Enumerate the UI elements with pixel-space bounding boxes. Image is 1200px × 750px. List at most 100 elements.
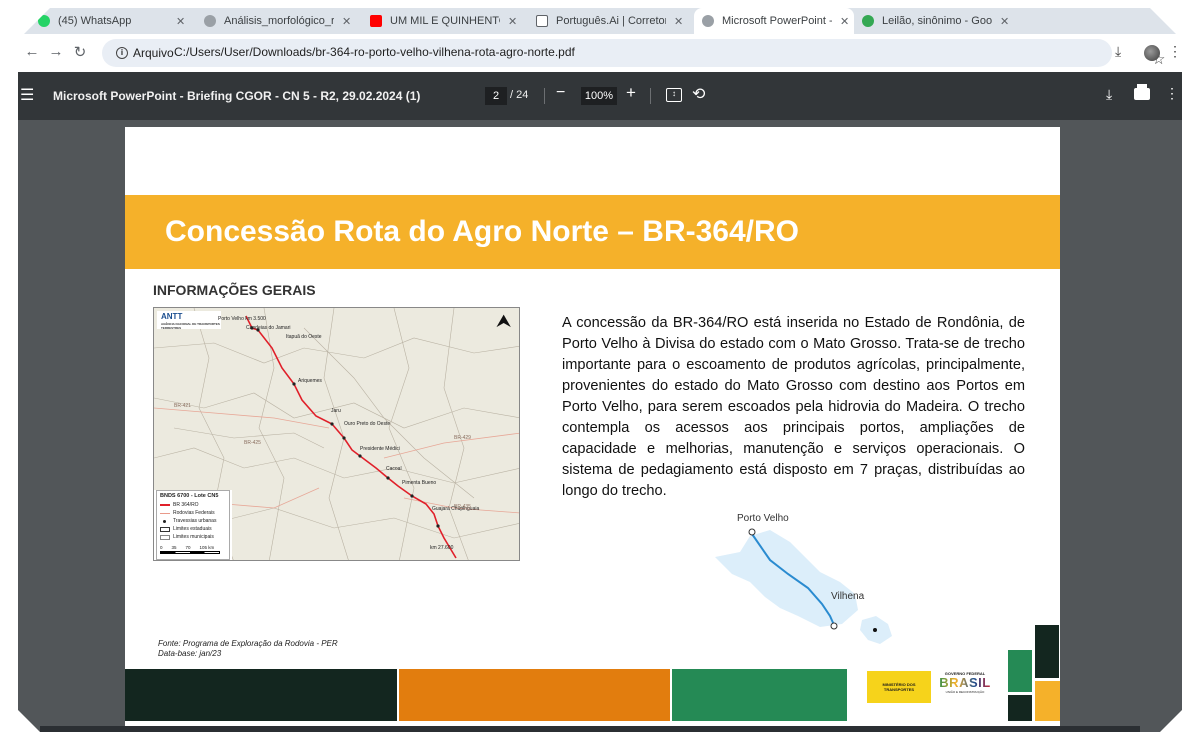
pdf-toolbar: ☰ Microsoft PowerPoint - Briefing CGOR -… [18, 72, 1182, 120]
map-place-label: km 27.600 [430, 545, 454, 551]
hamburger-menu-icon[interactable]: ☰ [20, 85, 34, 105]
legend-label: Rodovias Federais [173, 510, 215, 516]
frame-corner [0, 692, 58, 750]
scale-label: 105 km [199, 545, 215, 550]
tab-analisis[interactable]: Análisis_morfológico_re ✕ [196, 8, 361, 34]
reload-icon[interactable]: ↻ [70, 43, 90, 61]
legend-swatch [160, 526, 170, 532]
map-place-label: Itapuã do Oeste [286, 334, 322, 340]
browser-tab-strip: (45) WhatsApp ✕ Análisis_morfológico_re … [18, 8, 1182, 34]
scale-label: 35 [171, 545, 177, 550]
legend-item: BR 364/RO [160, 501, 226, 509]
decor-block-yellow [1035, 681, 1060, 721]
rondonia-mini-map [715, 528, 892, 644]
tab-youtube[interactable]: UM MIL E QUINHENTO ✕ [362, 8, 527, 34]
download-icon[interactable]: ⤓ [1106, 86, 1112, 103]
tab-label: Análisis_morfológico_re [224, 15, 334, 27]
footer-band-dark [125, 669, 397, 721]
legend-item: Limites municipais [160, 533, 226, 541]
frame-corner [1142, 692, 1200, 750]
toolbar-divider [544, 88, 545, 104]
scale-label: 70 [185, 545, 191, 550]
more-options-icon[interactable]: ⋮ [1165, 85, 1179, 102]
info-icon: i [116, 47, 128, 59]
toolbar-divider [650, 88, 651, 104]
data-base-line: Data-base: jan/23 [158, 649, 222, 658]
site-chip-label: Arquivo [133, 46, 174, 60]
page-total: / 24 [510, 89, 529, 101]
tab-portugues-ai[interactable]: Português.Ai | Corretor ✕ [528, 8, 693, 34]
legend-swatch [160, 504, 170, 506]
map-place-label: Ouro Preto do Oeste [344, 421, 391, 427]
site-info-chip[interactable]: i Arquivo [108, 43, 182, 63]
slide-title: Concessão Rota do Agro Norte – BR-364/RO [165, 215, 799, 248]
map-place-label: Presidente Médici [360, 446, 400, 452]
mini-map-label-end: Vilhena [831, 591, 865, 602]
map-place-label: Ariquemes [298, 378, 322, 384]
map-road-label: BR-435 [454, 504, 471, 510]
legend-swatch [160, 534, 170, 540]
tab-leilao[interactable]: Leilão, sinônimo - Goog ✕ [854, 8, 1019, 34]
print-icon[interactable] [1134, 84, 1150, 100]
close-icon[interactable]: ✕ [674, 15, 683, 28]
legend-label: BR 364/RO [173, 502, 199, 508]
tab-label: Microsoft PowerPoint - [722, 15, 832, 27]
antt-logo: ANTT AGÊNCIA NACIONAL DE TRANSPORTES TER… [157, 311, 221, 330]
legend-item: Rodovias Federais [160, 509, 226, 517]
zoom-in-icon[interactable]: + [626, 83, 636, 103]
decor-block-dark [1008, 695, 1032, 721]
map-place-label: Candeias do Jamari [246, 325, 291, 331]
source-note: Fonte: Programa de Exploração da Rodovia… [158, 639, 338, 659]
map-place-label: Pimenta Bueno [402, 480, 437, 486]
url-text[interactable]: C:/Users/User/Downloads/br-364-ro-porto-… [174, 45, 575, 59]
route-map: ANTT AGÊNCIA NACIONAL DE TRANSPORTES TER… [153, 307, 520, 561]
antt-logo-subtext: AGÊNCIA NACIONAL DE TRANSPORTES TERRESTR… [161, 322, 220, 330]
map-road-label: BR-425 [244, 440, 261, 446]
tab-label: Português.Ai | Corretor [556, 15, 666, 27]
close-icon[interactable]: ✕ [508, 15, 517, 28]
frame-corner [0, 0, 58, 58]
page-number-input[interactable]: 2 [485, 87, 507, 105]
brasil-wordmark: BRASIL [937, 676, 993, 690]
legend-swatch [163, 519, 166, 523]
uniao-reconstrucao-text: UNIÃO E RECONSTRUÇÃO [945, 690, 985, 694]
close-icon[interactable]: ✕ [176, 15, 185, 28]
frame-corner [1142, 0, 1200, 58]
browser-toolbar: ← → ↻ i Arquivo C:/Users/User/Downloads/… [18, 34, 1182, 72]
legend-item: Travessias urbanas [160, 517, 226, 525]
map-road-label: BR-429 [454, 435, 471, 441]
legend-label: Travessias urbanas [173, 518, 217, 524]
governo-federal-logo: GOVERNO FEDERAL BRASIL UNIÃO E RECONSTRU… [937, 671, 993, 703]
ministerio-transportes-logo: MINISTÉRIO DOS TRANSPORTES [867, 671, 931, 703]
bottom-margin [18, 732, 1182, 750]
map-legend: BNDS 6700 - Lote CN5 BR 364/RO Rodovias … [156, 490, 230, 560]
decor-block-dark [1035, 625, 1059, 678]
document-icon [536, 15, 548, 27]
zoom-level-input[interactable]: 100% [581, 87, 617, 105]
title-banner: Concessão Rota do Agro Norte – BR-364/RO [125, 195, 1060, 269]
footer-band-green [672, 669, 847, 721]
legend-title: BNDS 6700 - Lote CN5 [160, 493, 219, 499]
fit-to-page-icon[interactable]: ↕ [666, 88, 682, 102]
rotate-icon[interactable]: ⟲ [692, 84, 705, 104]
close-icon[interactable]: ✕ [342, 15, 351, 28]
document-title: Microsoft PowerPoint - Briefing CGOR - C… [53, 89, 421, 103]
footer-band-orange [399, 669, 670, 721]
map-place-label: Jaru [331, 408, 341, 414]
legend-label: Limites municipais [173, 534, 214, 540]
address-bar[interactable]: i Arquivo C:/Users/User/Downloads/br-364… [102, 39, 1165, 68]
close-icon[interactable]: ✕ [840, 15, 849, 28]
north-arrow-icon: ⮝ [496, 311, 512, 331]
close-icon[interactable]: ✕ [1000, 15, 1009, 28]
youtube-icon [370, 15, 382, 27]
legend-swatch [160, 512, 170, 514]
description-paragraph: A concessão da BR-364/RO está inserida n… [562, 315, 1025, 499]
tab-powerpoint-pdf[interactable]: Microsoft PowerPoint - ✕ [694, 8, 854, 34]
downloads-icon[interactable]: ⤓ [1115, 43, 1121, 60]
pdf-viewer: ☰ Microsoft PowerPoint - Briefing CGOR -… [18, 72, 1182, 732]
zoom-out-icon[interactable]: − [556, 84, 565, 102]
globe-icon [702, 15, 714, 27]
section-heading: INFORMAÇÕES GERAIS [153, 282, 316, 298]
tab-label: (45) WhatsApp [58, 15, 132, 27]
scale-bar [160, 551, 220, 554]
